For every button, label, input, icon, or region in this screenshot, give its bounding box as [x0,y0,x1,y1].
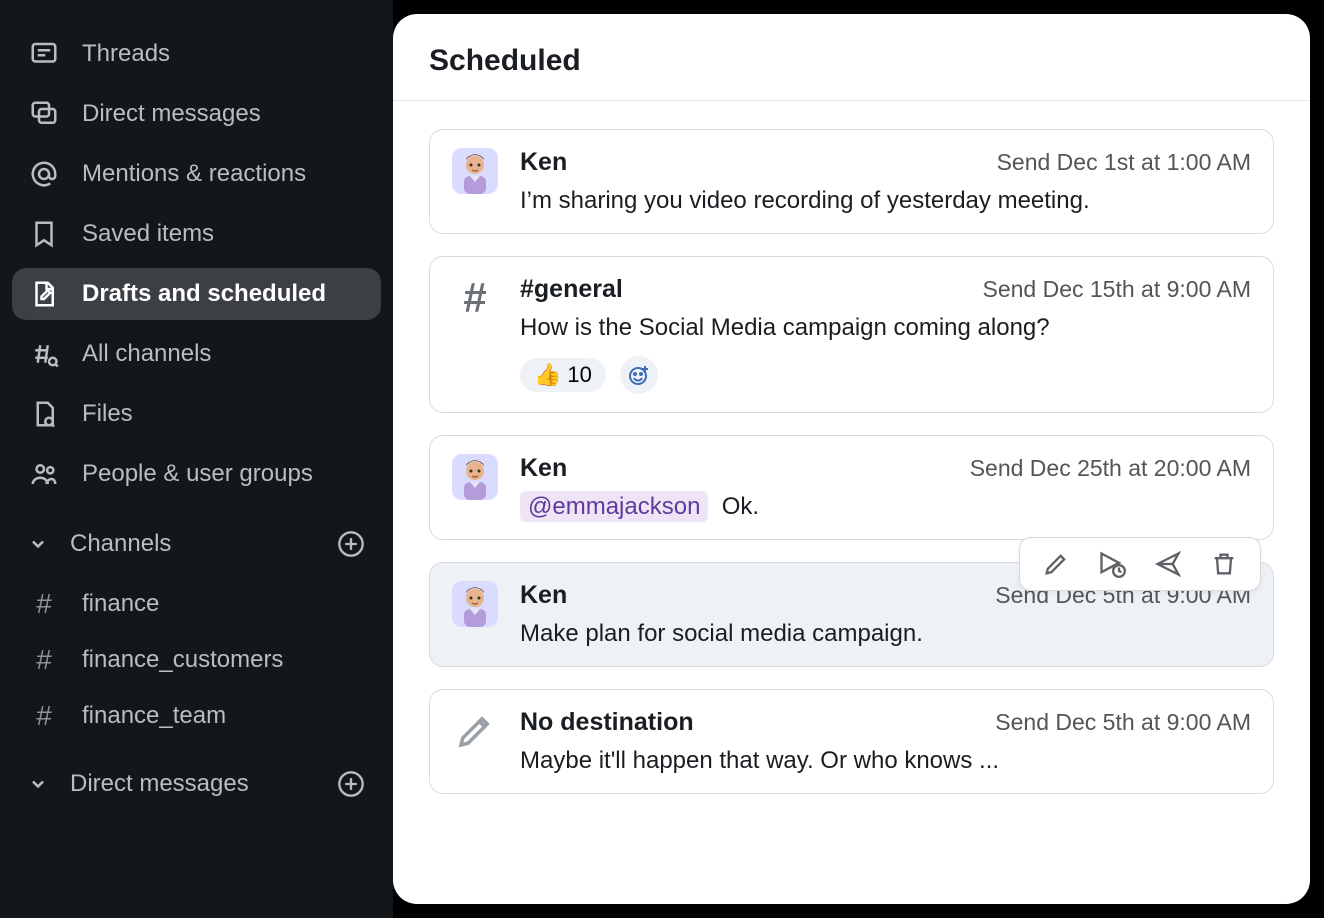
nav-files[interactable]: Files [12,388,381,440]
scheduled-message[interactable]: Ken Send Dec 25th at 20:00 AM @emmajacks… [429,435,1274,540]
mention[interactable]: @emmajackson [520,491,708,522]
nav-label: Mentions & reactions [82,160,306,188]
add-channel-button[interactable] [337,530,365,558]
delete-button[interactable] [1208,548,1240,580]
hash-icon: # [28,644,60,676]
message-text: Ok. [722,493,759,520]
sender-name: Ken [520,581,567,610]
add-reaction-button[interactable] [620,356,658,394]
avatar [452,148,498,194]
main-content: Scheduled Ken Send Dec 1st at 1:00 AM I’… [393,14,1310,904]
drafts-icon [28,278,60,310]
nav-direct-messages[interactable]: Direct messages [12,88,381,140]
message-body: Make plan for social media campaign. [520,620,1251,648]
hash-icon: # [28,588,60,620]
avatar [452,454,498,500]
edit-button[interactable] [1040,548,1072,580]
dm-icon [28,98,60,130]
draft-icon [452,708,498,754]
nav-label: Drafts and scheduled [82,280,326,308]
chevron-down-icon [28,774,48,794]
nav-label: Files [82,400,133,428]
dm-section-header[interactable]: Direct messages [12,760,381,808]
send-time: Send Dec 15th at 9:00 AM [982,276,1251,303]
message-body: I’m sharing you video recording of yeste… [520,187,1251,215]
nav-drafts[interactable]: Drafts and scheduled [12,268,381,320]
reaction-emoji: 👍 [534,362,561,388]
scheduled-list: Ken Send Dec 1st at 1:00 AM I’m sharing … [429,129,1274,794]
send-time: Send Dec 1st at 1:00 AM [997,149,1251,176]
avatar [452,581,498,627]
nav-all-channels[interactable]: All channels [12,328,381,380]
chevron-down-icon [28,534,48,554]
reaction-thumbsup[interactable]: 👍 10 [520,358,606,392]
nav-label: Threads [82,40,170,68]
files-icon [28,398,60,430]
mentions-icon [28,158,60,190]
nav-mentions[interactable]: Mentions & reactions [12,148,381,200]
nav-threads[interactable]: Threads [12,28,381,80]
message-body: @emmajackson Ok. [520,493,1251,521]
scheduled-message[interactable]: Ken Send Dec 1st at 1:00 AM I’m sharing … [429,129,1274,234]
divider [393,100,1310,101]
send-time: Send Dec 25th at 20:00 AM [970,455,1251,482]
reactions: 👍 10 [520,356,1251,394]
send-now-button[interactable] [1152,548,1184,580]
channel-item[interactable]: # finance [12,580,381,628]
threads-icon [28,38,60,70]
channel-label: finance_customers [82,646,283,674]
message-toolbar [1019,537,1261,591]
sender-name: #general [520,275,623,304]
people-icon [28,458,60,490]
scheduled-message[interactable]: # #general Send Dec 15th at 9:00 AM How … [429,256,1274,413]
reaction-count: 10 [567,362,591,388]
sender-name: Ken [520,454,567,483]
nav-label: People & user groups [82,460,313,488]
message-body: Maybe it'll happen that way. Or who know… [520,747,1251,775]
sender-name: No destination [520,708,694,737]
message-body: How is the Social Media campaign coming … [520,314,1251,342]
nav-label: All channels [82,340,211,368]
channel-item[interactable]: # finance_team [12,692,381,740]
reschedule-button[interactable] [1096,548,1128,580]
dm-label: Direct messages [70,770,249,798]
channels-section-header[interactable]: Channels [12,520,381,568]
bookmark-icon [28,218,60,250]
page-title: Scheduled [429,44,1274,100]
nav-label: Saved items [82,220,214,248]
nav-label: Direct messages [82,100,261,128]
channels-label: Channels [70,530,171,558]
channel-avatar: # [452,275,498,321]
sidebar: Threads Direct messages Mentions & react… [0,0,393,918]
channel-label: finance_team [82,702,226,730]
add-dm-button[interactable] [337,770,365,798]
nav-saved[interactable]: Saved items [12,208,381,260]
channel-item[interactable]: # finance_customers [12,636,381,684]
all-channels-icon [28,338,60,370]
hash-icon: # [28,700,60,732]
send-time: Send Dec 5th at 9:00 AM [995,709,1251,736]
scheduled-message[interactable]: Ken Send Dec 5th at 9:00 AM Make plan fo… [429,562,1274,667]
channel-label: finance [82,590,159,618]
nav-people[interactable]: People & user groups [12,448,381,500]
scheduled-message[interactable]: No destination Send Dec 5th at 9:00 AM M… [429,689,1274,794]
sender-name: Ken [520,148,567,177]
